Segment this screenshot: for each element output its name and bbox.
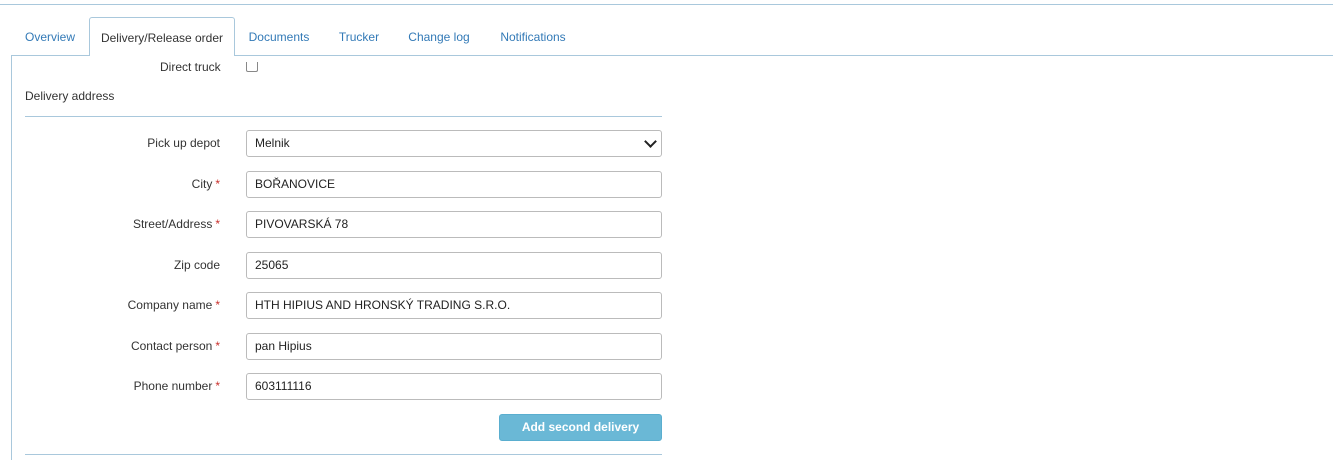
required-marker: * (215, 379, 220, 393)
city-input[interactable]: BOŘANOVICE (246, 171, 662, 198)
tab-change-log[interactable]: Change log (401, 17, 477, 54)
required-marker: * (215, 298, 220, 312)
scroll-clip (12, 56, 712, 62)
tab-trucker[interactable]: Trucker (329, 17, 389, 54)
city-label: City * (191, 177, 220, 191)
contact-row: Contact person * pan Hipius (25, 333, 662, 360)
zip-row: Zip code 25065 (25, 252, 662, 279)
phone-row: Phone number * 603111116 (25, 373, 662, 400)
contact-input[interactable]: pan Hipius (246, 333, 662, 360)
pickup-depot-row: Pick up depot Melnik (25, 130, 662, 157)
tab-notifications[interactable]: Notifications (491, 17, 575, 54)
street-label: Street/Address * (132, 217, 220, 231)
phone-label: Phone number * (133, 379, 220, 393)
top-rule (0, 4, 1333, 5)
contact-label: Contact person * (130, 339, 220, 353)
street-row: Street/Address * PIVOVARSKÁ 78 (25, 211, 662, 238)
city-row: City * BOŘANOVICE (25, 171, 662, 198)
required-marker: * (215, 339, 220, 353)
zip-input[interactable]: 25065 (246, 252, 662, 279)
chevron-down-icon (644, 135, 657, 148)
company-row: Company name * HTH HIPIUS AND HRONSKÝ TRA… (25, 292, 662, 319)
direct-truck-checkbox[interactable] (246, 61, 258, 72)
tab-overview[interactable]: Overview (11, 17, 89, 54)
street-input[interactable]: PIVOVARSKÁ 78 (246, 211, 662, 238)
add-second-delivery-address-button[interactable]: Add second delivery address (499, 414, 662, 459)
pickup-depot-select[interactable]: Melnik (246, 130, 662, 157)
direct-truck-label: Direct truck (160, 60, 221, 74)
zip-label: Zip code (173, 258, 220, 272)
phone-input[interactable]: 603111116 (246, 373, 662, 400)
company-input[interactable]: HTH HIPIUS AND HRONSKÝ TRADING S.R.O. (246, 292, 662, 319)
section-divider (25, 454, 662, 455)
pickup-depot-label: Pick up depot (147, 136, 220, 150)
section-title: Delivery address (25, 89, 115, 103)
required-marker: * (215, 217, 220, 231)
tab-documents[interactable]: Documents (237, 17, 321, 54)
tab-delivery-release-order[interactable]: Delivery/Release order (89, 17, 235, 57)
panel-border (11, 55, 12, 460)
company-label: Company name * (127, 298, 220, 312)
required-marker: * (215, 177, 220, 191)
section-divider (25, 116, 662, 117)
pickup-depot-value: Melnik (255, 136, 290, 150)
